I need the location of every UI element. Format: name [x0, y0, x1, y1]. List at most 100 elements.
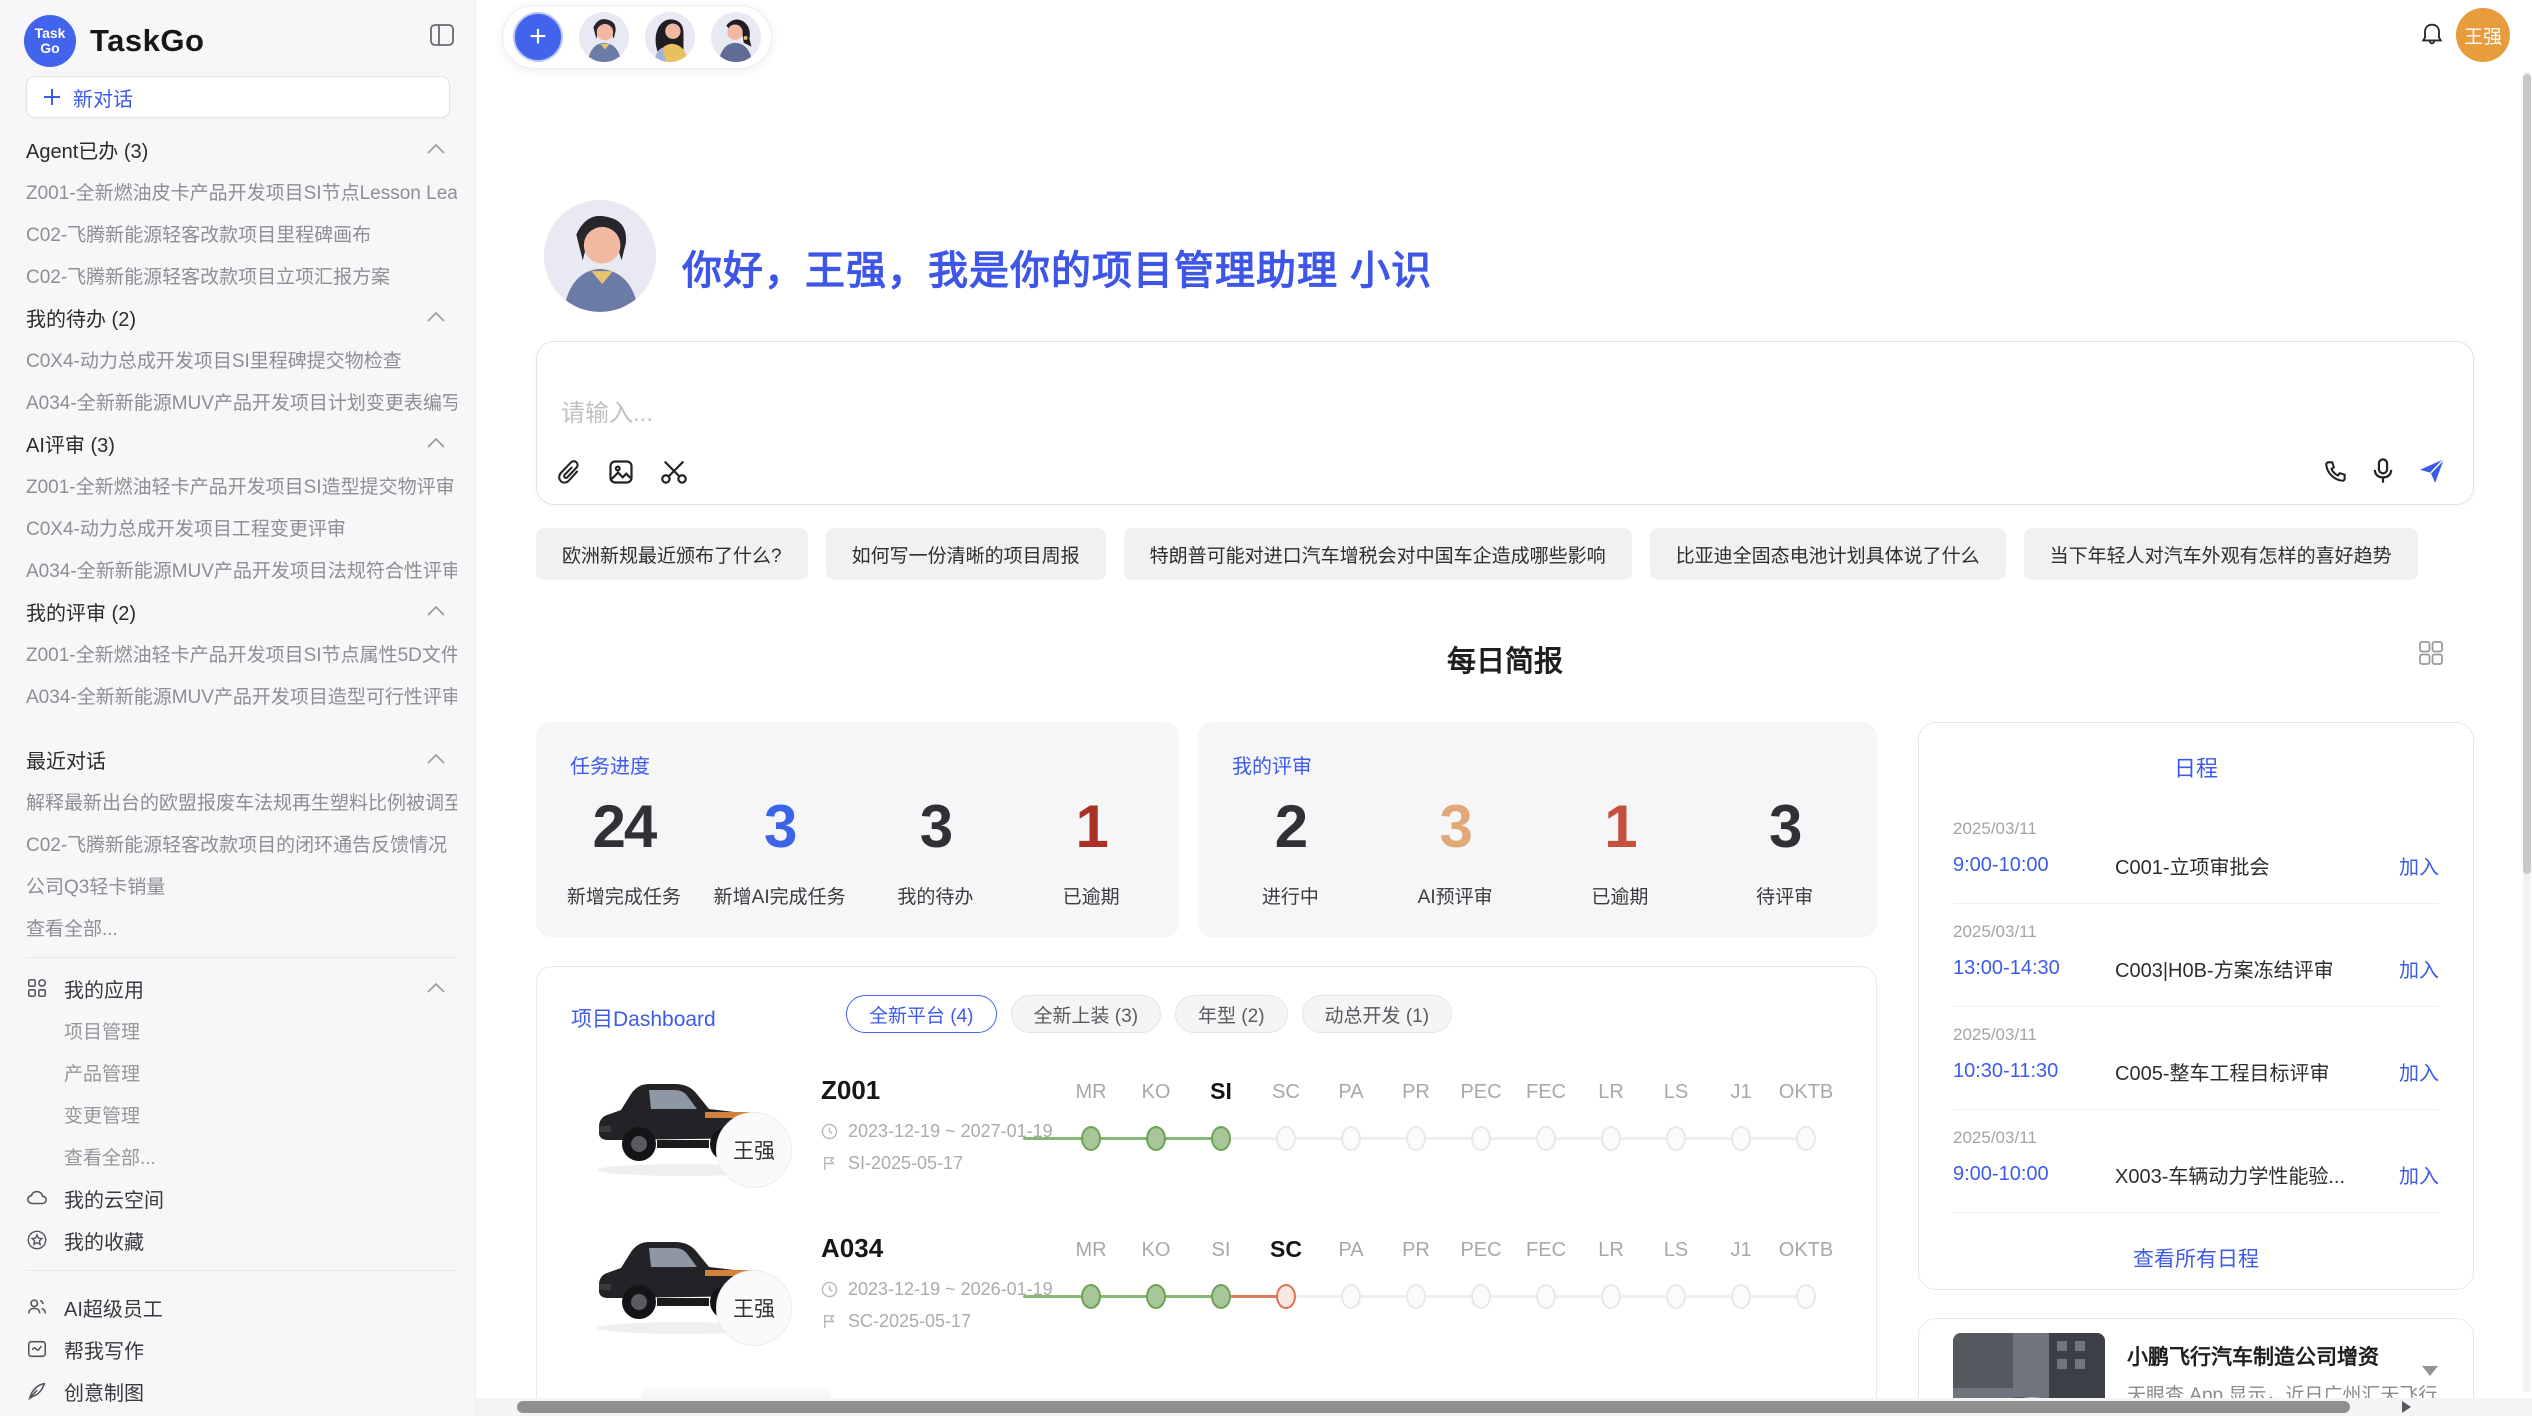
task-item[interactable]: A034-全新新能源MUV产品开发项目法规符合性评审 — [26, 548, 457, 590]
schedule-date: 2025/03/11 — [1953, 819, 2439, 839]
milestone-dot — [1796, 1126, 1816, 1151]
task-item[interactable]: C0X4-动力总成开发项目SI里程碑提交物检查 — [26, 338, 457, 380]
schedule-card: 日程 2025/03/11 9:00-10:00 C001-立项审批会 加入 2… — [1918, 722, 2474, 1290]
section-recent-chats[interactable]: 最近对话 — [26, 738, 457, 780]
dashboard-title: 项目Dashboard — [571, 1003, 716, 1033]
join-link[interactable]: 加入 — [2399, 954, 2439, 983]
view-all-schedule-link[interactable]: 查看所有日程 — [1919, 1243, 2473, 1273]
divider — [1953, 1212, 2439, 1213]
tab-new-body[interactable]: 全新上装 (3) — [1011, 995, 1162, 1033]
app-link-change-mgmt[interactable]: 变更管理 — [26, 1093, 457, 1135]
stat-value: 24 — [593, 788, 656, 866]
send-button[interactable] — [2417, 456, 2447, 486]
voice-input-button[interactable] — [2371, 457, 2395, 485]
insert-image-button[interactable] — [607, 458, 635, 486]
sidebar-item-favorites[interactable]: 我的收藏 — [26, 1219, 457, 1261]
milestone-dot — [1601, 1126, 1621, 1151]
section-ai-review[interactable]: AI评审 (3) — [26, 422, 457, 464]
task-item[interactable]: A034-全新新能源MUV产品开发项目造型可行性评审 — [26, 674, 457, 716]
schedule-item[interactable]: 2025/03/11 9:00-10:00 X003-车辆动力学性能验... 加… — [1919, 1110, 2473, 1212]
cloud-icon — [26, 1187, 48, 1209]
scroll-right-arrow[interactable] — [2402, 1401, 2411, 1413]
task-item[interactable]: Z001-全新燃油皮卡产品开发项目SI节点Lesson Learn报告 — [26, 170, 457, 212]
view-all-apps-link[interactable]: 查看全部... — [26, 1135, 457, 1177]
attach-file-button[interactable] — [557, 458, 583, 486]
sidebar-item-ai-super-staff[interactable]: AI超级员工 — [26, 1286, 457, 1328]
recent-chat-item[interactable]: C02-飞腾新能源轻客改款项目的闭环通告反馈情况 — [26, 822, 457, 864]
milestone-dot — [1536, 1284, 1556, 1309]
recent-chat-item[interactable]: 解释最新出台的欧盟报废车法规再生塑料比例被调至15%... — [26, 780, 457, 822]
agent-avatar-1[interactable] — [579, 12, 629, 62]
join-link[interactable]: 加入 — [2399, 1057, 2439, 1086]
creative-drawing-label: 创意制图 — [64, 1377, 144, 1406]
sidebar-item-creative-drawing[interactable]: 创意制图 — [26, 1370, 457, 1412]
task-item[interactable]: Z001-全新燃油轻卡产品开发项目SI造型提交物评审 — [26, 464, 457, 506]
sidebar-item-cloud-space[interactable]: 我的云空间 — [26, 1177, 457, 1219]
suggestion-chip[interactable]: 欧洲新规最近颁布了什么? — [536, 528, 808, 580]
section-my-todo[interactable]: 我的待办 (2) — [26, 296, 457, 338]
flag-icon — [821, 1313, 838, 1330]
scroll-down-arrow[interactable] — [2422, 1366, 2438, 1376]
sidebar-item-help-me-write[interactable]: 帮我写作 — [26, 1328, 457, 1370]
task-item[interactable]: C02-飞腾新能源轻客改款项目里程碑画布 — [26, 212, 457, 254]
milestone-dot — [1536, 1126, 1556, 1151]
task-item[interactable]: C02-飞腾新能源轻客改款项目立项汇报方案 — [26, 254, 457, 296]
schedule-item[interactable]: 2025/03/11 13:00-14:30 C003|H0B-方案冻结评审 加… — [1919, 904, 2473, 1006]
briefing-layout-button[interactable] — [2418, 640, 2444, 666]
task-item[interactable]: A034-全新新能源MUV产品开发项目计划变更表编写 — [26, 380, 457, 422]
milestone-dot — [1341, 1284, 1361, 1309]
suggestion-chip[interactable]: 比亚迪全固态电池计划具体说了什么 — [1650, 528, 2006, 580]
milestone-dot — [1731, 1284, 1751, 1309]
horizontal-scrollbar-thumb[interactable] — [517, 1401, 2350, 1413]
app-link-product-mgmt[interactable]: 产品管理 — [26, 1051, 457, 1093]
task-item[interactable]: Z001-全新燃油轻卡产品开发项目SI节点属性5D文件评审 — [26, 632, 457, 674]
project-row-a034[interactable]: 王强 A034 2023-12-19 ~ 2026-01-19 SC-2025-… — [537, 1225, 1876, 1380]
news-title: 小鹏飞行汽车制造公司增资 — [2127, 1341, 2379, 1371]
view-all-chats-link[interactable]: 查看全部... — [26, 906, 457, 948]
schedule-item[interactable]: 2025/03/11 10:30-11:30 C005-整车工程目标评审 加入 — [1919, 1007, 2473, 1109]
milestone-dot-done — [1081, 1126, 1101, 1151]
tab-new-platform[interactable]: 全新平台 (4) — [846, 995, 997, 1033]
add-agent-button[interactable]: + — [513, 12, 563, 62]
message-input[interactable] — [561, 400, 2161, 428]
project-owner-badge: 王强 — [716, 1270, 792, 1346]
section-title: 我的待办 (2) — [26, 303, 136, 332]
vertical-scrollbar-thumb[interactable] — [2523, 74, 2531, 874]
recent-chat-item[interactable]: 公司Q3轻卡销量 — [26, 864, 457, 906]
tab-powertrain[interactable]: 动总开发 (1) — [1302, 995, 1453, 1033]
project-dates: 2023-12-19 ~ 2026-01-19 — [821, 1279, 1053, 1300]
divider — [26, 1270, 457, 1271]
app-link-project-mgmt[interactable]: 项目管理 — [26, 1009, 457, 1051]
stat-label: 已逾期 — [1591, 882, 1648, 909]
section-agent-done[interactable]: Agent已办 (3) — [26, 128, 457, 170]
agent-avatar-3[interactable] — [711, 12, 761, 62]
join-link[interactable]: 加入 — [2399, 851, 2439, 880]
join-link[interactable]: 加入 — [2399, 1160, 2439, 1189]
agent-avatar-2[interactable] — [645, 12, 695, 62]
suggestion-chip[interactable]: 特朗普可能对进口汽车增税会对中国车企造成哪些影响 — [1124, 528, 1632, 580]
scissors-icon — [659, 458, 689, 486]
voice-call-button[interactable] — [2323, 458, 2349, 484]
logo-text-line1: Task — [35, 26, 66, 41]
timeline-done-segment — [1023, 1137, 1221, 1140]
suggestion-chip[interactable]: 如何写一份清晰的项目周报 — [826, 528, 1106, 580]
horizontal-scrollbar[interactable] — [476, 1398, 2532, 1416]
notifications-button[interactable] — [2418, 20, 2446, 48]
snippet-button[interactable] — [659, 458, 689, 486]
section-my-review[interactable]: 我的评审 (2) — [26, 590, 457, 632]
sidebar-collapse-button[interactable] — [429, 22, 455, 48]
schedule-item[interactable]: 2025/03/11 9:00-10:00 C001-立项审批会 加入 — [1919, 801, 2473, 903]
sidebar-item-my-apps[interactable]: 我的应用 — [26, 967, 457, 1009]
milestone-dot — [1276, 1126, 1296, 1151]
vertical-scrollbar[interactable] — [2523, 72, 2531, 1392]
suggestion-chip[interactable]: 当下年轻人对汽车外观有怎样的喜好趋势 — [2024, 528, 2418, 580]
task-item[interactable]: C0X4-动力总成开发项目工程变更评审 — [26, 506, 457, 548]
project-row-z001[interactable]: 王强 Z001 2023-12-19 ~ 2027-01-19 SI-2025-… — [537, 1067, 1876, 1222]
bell-icon — [2418, 20, 2446, 48]
schedule-date: 2025/03/11 — [1953, 922, 2439, 942]
new-chat-button[interactable]: 新对话 — [26, 76, 450, 118]
apps-grid-icon — [26, 977, 48, 999]
tab-year-model[interactable]: 年型 (2) — [1175, 995, 1288, 1033]
user-avatar[interactable]: 王强 — [2456, 8, 2510, 62]
timeline-future-segment — [1221, 1137, 1806, 1140]
